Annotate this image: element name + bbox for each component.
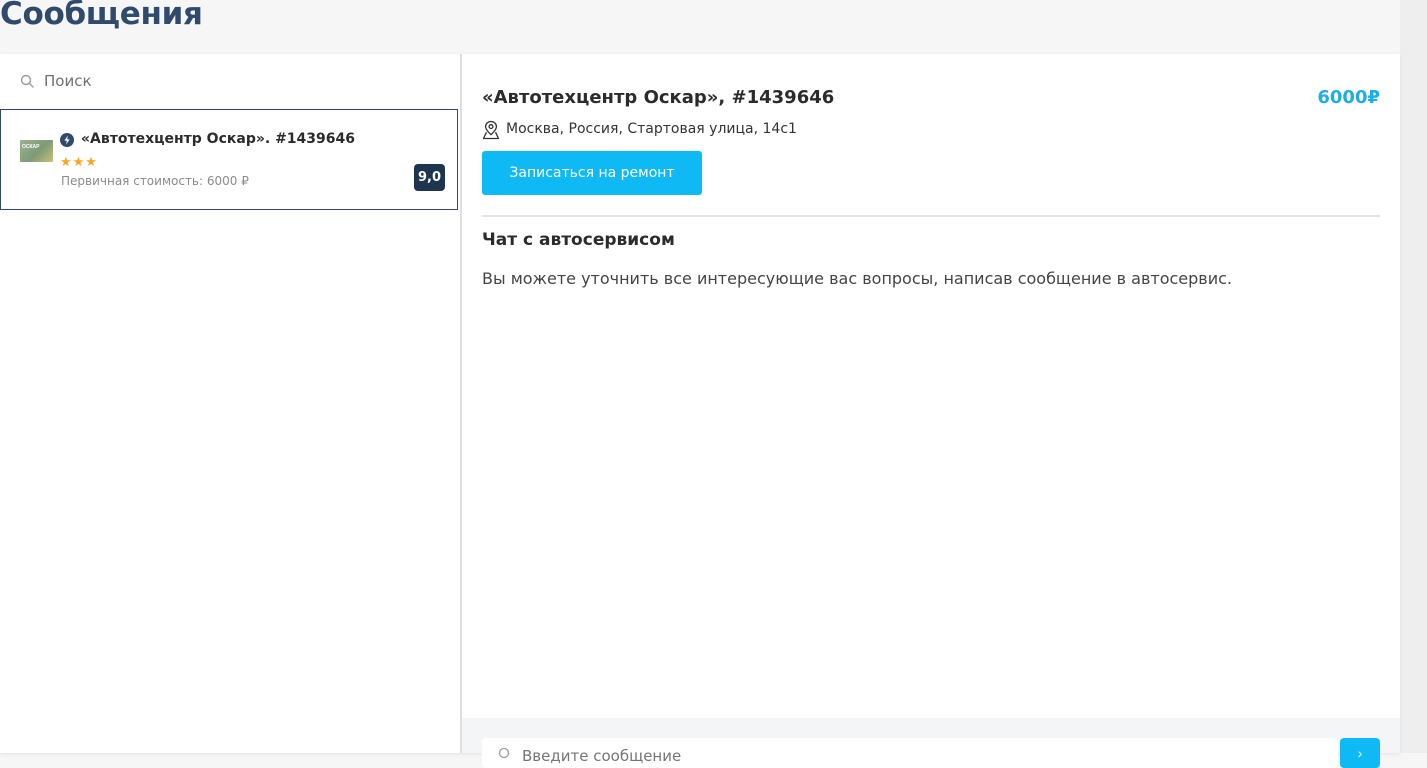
search-input[interactable] [44,68,434,94]
chat-heading: Чат с автосервисом [482,230,675,250]
page-edge-shade [1400,0,1427,753]
search-icon [20,74,34,88]
service-address: Москва, Россия, Стартовая улица, 14с1 [506,121,797,137]
search-bar [0,54,460,109]
rating-badge: 9,0 [414,164,445,191]
message-input[interactable] [520,744,1324,768]
rating-stars: ★★★ [60,155,98,170]
bolt-icon [60,133,74,147]
conversation-item[interactable]: ОСКАР «Автотехцентр Оскар». #1439646 ★★★… [0,109,458,210]
conversation-sidebar: ОСКАР «Автотехцентр Оскар». #1439646 ★★★… [0,54,462,753]
conversation-detail: «Автотехцентр Оскар», #1439646 6000₽ Мос… [462,54,1400,768]
message-input-wrapper [482,738,1338,768]
chat-info-text: Вы можете уточнить все интересующие вас … [482,269,1232,288]
message-composer: › [462,718,1400,768]
messages-panel: ОСКАР «Автотехцентр Оскар». #1439646 ★★★… [0,54,1400,768]
service-logo: ОСКАР [20,140,53,162]
page-title: Сообщения [0,0,203,32]
initial-cost: Первичная стоимость: 6000 ₽ [61,174,249,188]
service-logo-text: ОСКАР [22,144,40,150]
book-repair-button[interactable]: Записаться на ремонт [482,151,702,195]
service-title: «Автотехцентр Оскар», #1439646 [482,87,835,108]
send-button[interactable]: › [1340,738,1380,768]
service-price: 6000₽ [1317,87,1380,108]
attach-icon[interactable] [498,747,510,759]
arrow-right-icon: › [1357,745,1363,761]
divider [482,215,1380,217]
conversation-title: «Автотехцентр Оскар». #1439646 [81,131,355,147]
map-pin-icon [482,120,500,140]
